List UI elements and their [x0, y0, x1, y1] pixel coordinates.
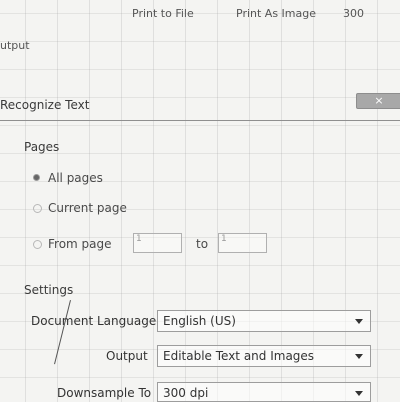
- downsample-select[interactable]: 300 dpi: [157, 382, 371, 402]
- from-page-radio-label[interactable]: From page: [48, 237, 112, 251]
- chevron-down-icon: [355, 319, 363, 324]
- pages-heading: Pages: [24, 140, 60, 154]
- current-page-radio-label[interactable]: Current page: [48, 201, 127, 215]
- settings-heading: Settings: [24, 283, 74, 297]
- output-setting-label: Output: [106, 349, 148, 363]
- radio-unselected-icon[interactable]: [33, 240, 42, 249]
- resolution-value: 300: [343, 7, 364, 20]
- close-icon: ×: [374, 94, 384, 107]
- output-label: utput: [0, 39, 30, 52]
- chevron-down-icon: [355, 391, 363, 396]
- radio-selected-icon[interactable]: [33, 174, 40, 181]
- close-button[interactable]: ×: [356, 93, 400, 109]
- pen-mark: [54, 300, 71, 365]
- radio-unselected-icon[interactable]: [33, 204, 42, 213]
- to-page-input[interactable]: 1: [218, 233, 267, 253]
- downsample-value: 300 dpi: [163, 386, 209, 400]
- all-pages-radio-label[interactable]: All pages: [48, 171, 103, 185]
- dialog-title-bar: Recognize Text: [0, 90, 400, 121]
- document-language-label: Document Language: [31, 314, 157, 328]
- output-select[interactable]: Editable Text and Images: [157, 345, 371, 367]
- from-page-input[interactable]: 1: [133, 233, 182, 253]
- document-language-select[interactable]: English (US): [157, 310, 371, 332]
- chevron-down-icon: [355, 354, 363, 359]
- downsample-label: Downsample To: [57, 386, 152, 400]
- to-label: to: [196, 237, 209, 251]
- output-value: Editable Text and Images: [163, 349, 315, 363]
- print-as-image-option[interactable]: Print As Image: [236, 7, 316, 20]
- dialog-title: Recognize Text: [0, 98, 90, 112]
- document-language-value: English (US): [163, 314, 236, 328]
- print-to-file-option[interactable]: Print to File: [132, 7, 194, 20]
